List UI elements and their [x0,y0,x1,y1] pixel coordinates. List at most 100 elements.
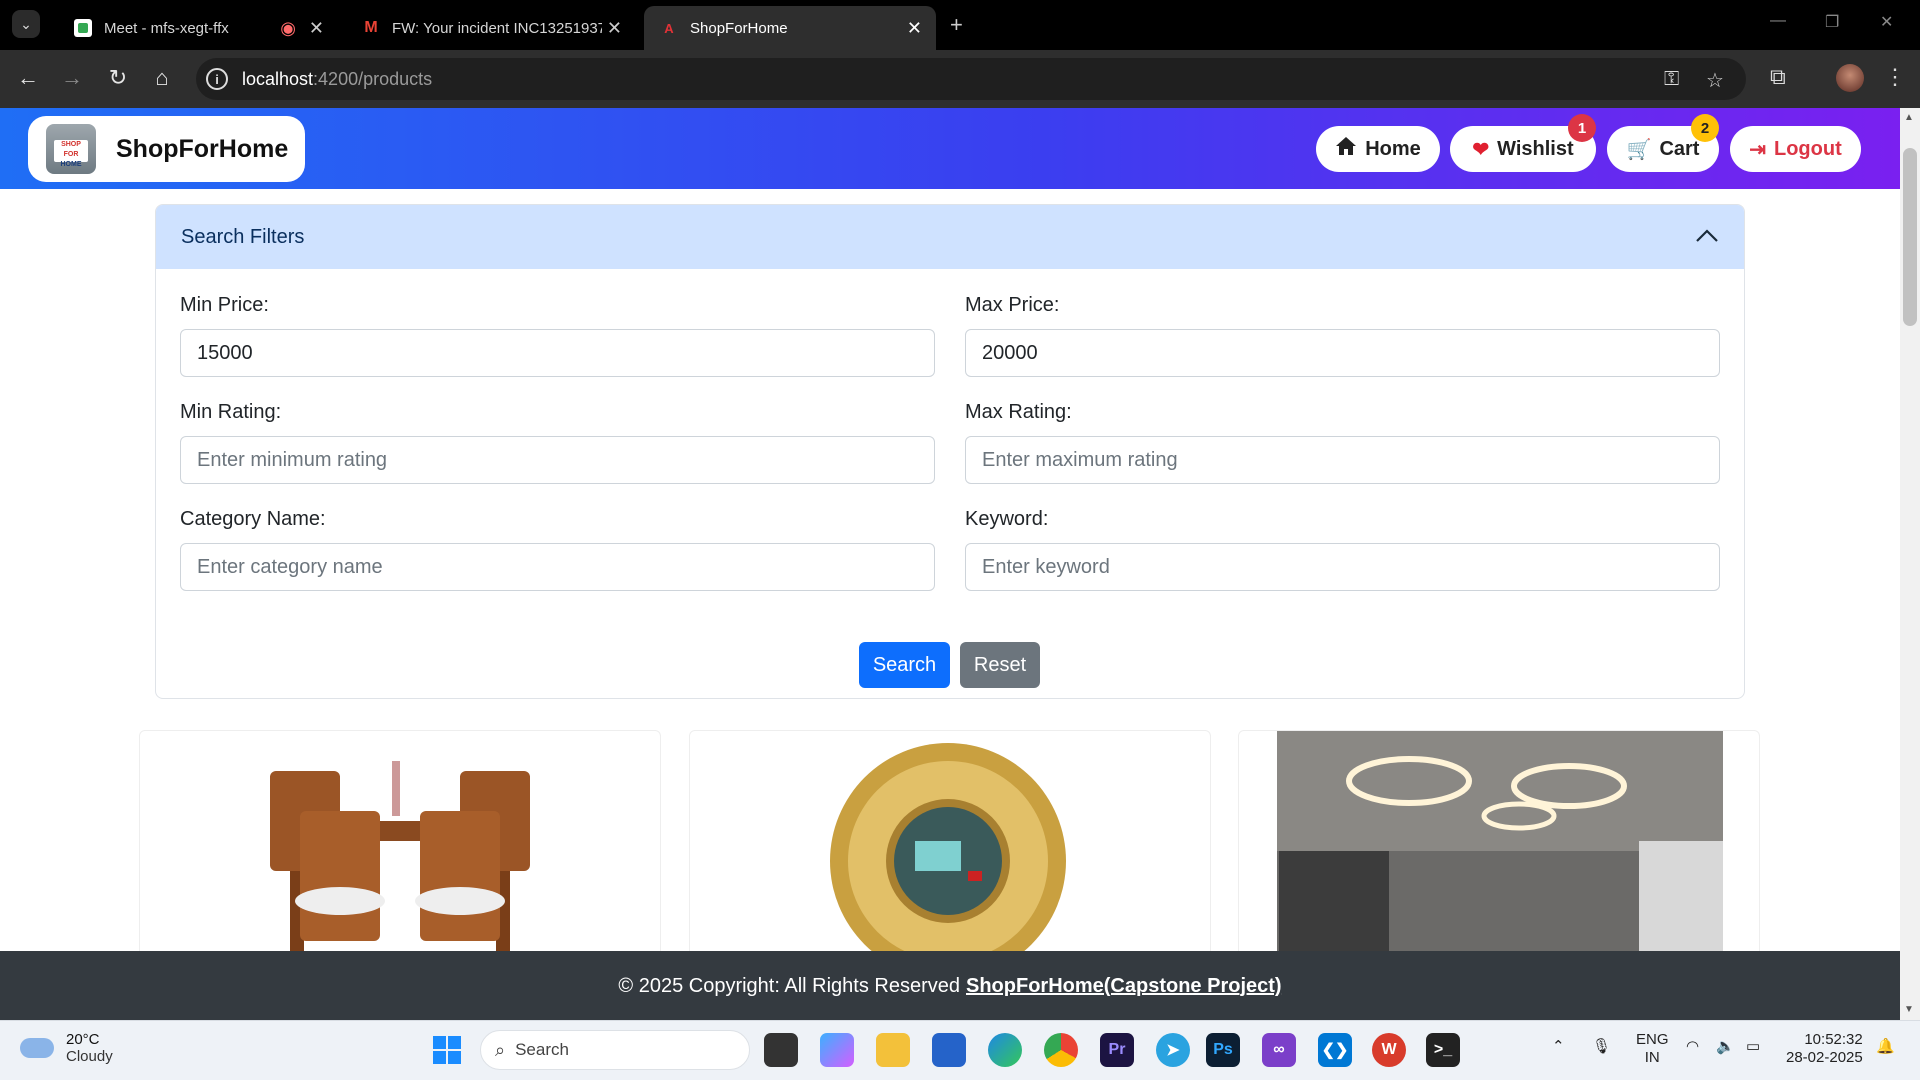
house-icon [1335,136,1357,162]
tab-gmail[interactable]: M FW: Your incident INC13251937 ✕ [346,6,636,50]
file-explorer-icon[interactable] [876,1033,910,1067]
keyword-input[interactable]: Enter keyword [965,543,1720,591]
shop-logo-image: SHOP FOR HOME [46,124,96,174]
app-navbar: SHOP FOR HOME ShopForHome Home ❤ Wishlist… [0,108,1900,189]
close-window-icon[interactable]: ✕ [1880,12,1893,32]
wishlist-button[interactable]: ❤ Wishlist 1 [1450,114,1596,172]
max-price-label: Max Price: [965,294,1060,316]
cloud-icon [20,1038,54,1058]
minimize-icon[interactable]: — [1770,12,1786,30]
search-icon: ⌕ [495,1039,506,1060]
address-bar[interactable]: i localhost:4200/products ⚿ ☆ [196,58,1746,100]
chrome-icon[interactable] [1044,1033,1078,1067]
brand-name: ShopForHome [116,134,289,163]
brand-logo-link[interactable]: SHOP FOR HOME ShopForHome [28,116,305,182]
bookmark-star-icon[interactable]: ☆ [1706,68,1724,93]
keyword-label: Keyword: [965,508,1049,530]
volume-icon[interactable]: 🔈 [1716,1037,1735,1055]
menu-icon[interactable]: ⋮ [1884,64,1906,90]
notifications-icon[interactable]: 🔔 [1876,1037,1895,1055]
premiere-icon[interactable]: Pr [1100,1033,1134,1067]
battery-icon[interactable]: ▭ [1746,1037,1760,1055]
home-icon[interactable]: ⌂ [148,65,176,91]
taskbar-search[interactable]: ⌕ Search [480,1030,750,1070]
copilot-icon[interactable] [820,1033,854,1067]
reset-button[interactable]: Reset [960,642,1040,688]
min-price-input[interactable]: 15000 [180,329,935,377]
photoshop-icon[interactable]: Ps [1206,1033,1240,1067]
cart-button[interactable]: 🛒 Cart 2 [1607,114,1719,172]
clock[interactable]: 10:52:32 28-02-2025 [1786,1031,1863,1067]
scroll-down-icon[interactable]: ▼ [1904,1004,1914,1015]
microphone-icon[interactable]: 🎙 [1592,1037,1611,1055]
max-price-input[interactable]: 20000 [965,329,1720,377]
category-name-input[interactable]: Enter category name [180,543,935,591]
site-info-icon[interactable]: i [206,68,228,90]
new-tab-button[interactable]: + [950,12,963,38]
region-code: IN [1644,1049,1660,1066]
back-icon[interactable]: ← [14,65,42,91]
logout-icon: ⇥ [1749,138,1766,161]
store-icon[interactable] [932,1033,966,1067]
tab-close-icon[interactable]: ✕ [309,18,324,39]
app-viewport: SHOP FOR HOME ShopForHome Home ❤ Wishlist… [0,108,1900,1020]
wishlist-label: Wishlist [1497,137,1574,160]
page-scrollbar[interactable]: ▲ ▼ [1900,108,1920,1020]
logo-top-text: SHOP FOR [61,141,81,158]
max-rating-input[interactable]: Enter maximum rating [965,436,1720,484]
min-rating-input[interactable]: Enter minimum rating [180,436,935,484]
edge-icon[interactable] [988,1033,1022,1067]
tab-search-button[interactable]: ⌄ [12,10,40,38]
clock-date: 28-02-2025 [1786,1049,1863,1066]
scrollbar-thumb[interactable] [1903,148,1917,326]
weather-widget[interactable]: 20°C Cloudy [20,1031,113,1065]
wifi-icon[interactable]: ◠ [1686,1037,1699,1055]
forward-icon[interactable]: → [58,65,86,91]
tab-close-icon[interactable]: ✕ [607,18,622,39]
logout-button[interactable]: ⇥ Logout [1730,126,1861,172]
recording-icon: ◉ [280,18,296,38]
vscode-icon[interactable]: ❮❯ [1318,1033,1352,1067]
wps-office-icon[interactable]: W [1372,1033,1406,1067]
task-view-icon[interactable] [764,1033,798,1067]
home-label: Home [1365,137,1421,160]
tab-title: Meet - mfs-xegt-ffx [104,19,229,37]
footer-project-link[interactable]: ShopForHome(Capstone Project) [966,975,1282,998]
url-path: :4200/products [313,68,433,89]
site-footer: © 2025 Copyright: All Rights Reserved Sh… [0,951,1900,1020]
search-filters-header[interactable]: Search Filters [156,205,1744,269]
telegram-icon[interactable]: ➤ [1156,1033,1190,1067]
browser-tab-bar: ⌄ Meet - mfs-xegt-ffx ◉ ✕ M FW: Your inc… [0,0,1920,50]
search-button[interactable]: Search [859,642,950,688]
home-button[interactable]: Home [1316,126,1440,172]
password-key-icon[interactable]: ⚿ [1664,68,1679,91]
category-name-label: Category Name: [180,508,326,530]
extensions-icon[interactable]: ⧉ [1770,64,1786,90]
heart-icon: ❤ [1472,138,1490,161]
tab-shopforhome[interactable]: A ShopForHome ✕ [644,6,936,50]
chevron-up-icon[interactable] [1694,223,1720,249]
reload-icon[interactable]: ↻ [104,65,132,91]
weather-condition: Cloudy [66,1048,113,1065]
min-price-label: Min Price: [180,294,269,316]
min-rating-label: Min Rating: [180,401,282,423]
windows-start-icon[interactable] [430,1033,464,1067]
browser-toolbar: ← → ↻ ⌂ i localhost:4200/products ⚿ ☆ ⧉ … [0,50,1920,108]
wishlist-count-badge: 1 [1568,114,1596,142]
cart-count-badge: 2 [1691,114,1719,142]
tab-close-icon[interactable]: ✕ [907,18,922,39]
terminal-icon[interactable]: >_ [1426,1033,1460,1067]
clock-time: 10:52:32 [1804,1031,1863,1048]
visual-studio-icon[interactable]: ∞ [1262,1033,1296,1067]
language-indicator[interactable]: ENG IN [1636,1031,1669,1067]
gmail-icon: M [364,19,378,36]
tab-meet[interactable]: Meet - mfs-xegt-ffx ◉ ✕ [58,6,338,50]
show-hidden-icons[interactable]: ⌃ [1552,1037,1565,1055]
scroll-up-icon[interactable]: ▲ [1904,112,1914,123]
profile-avatar[interactable] [1836,64,1864,92]
restore-icon[interactable]: ❐ [1825,12,1839,32]
max-rating-label: Max Rating: [965,401,1072,423]
logout-label: Logout [1774,137,1842,160]
taskbar-search-label: Search [515,1040,569,1059]
language-code: ENG [1636,1031,1669,1048]
